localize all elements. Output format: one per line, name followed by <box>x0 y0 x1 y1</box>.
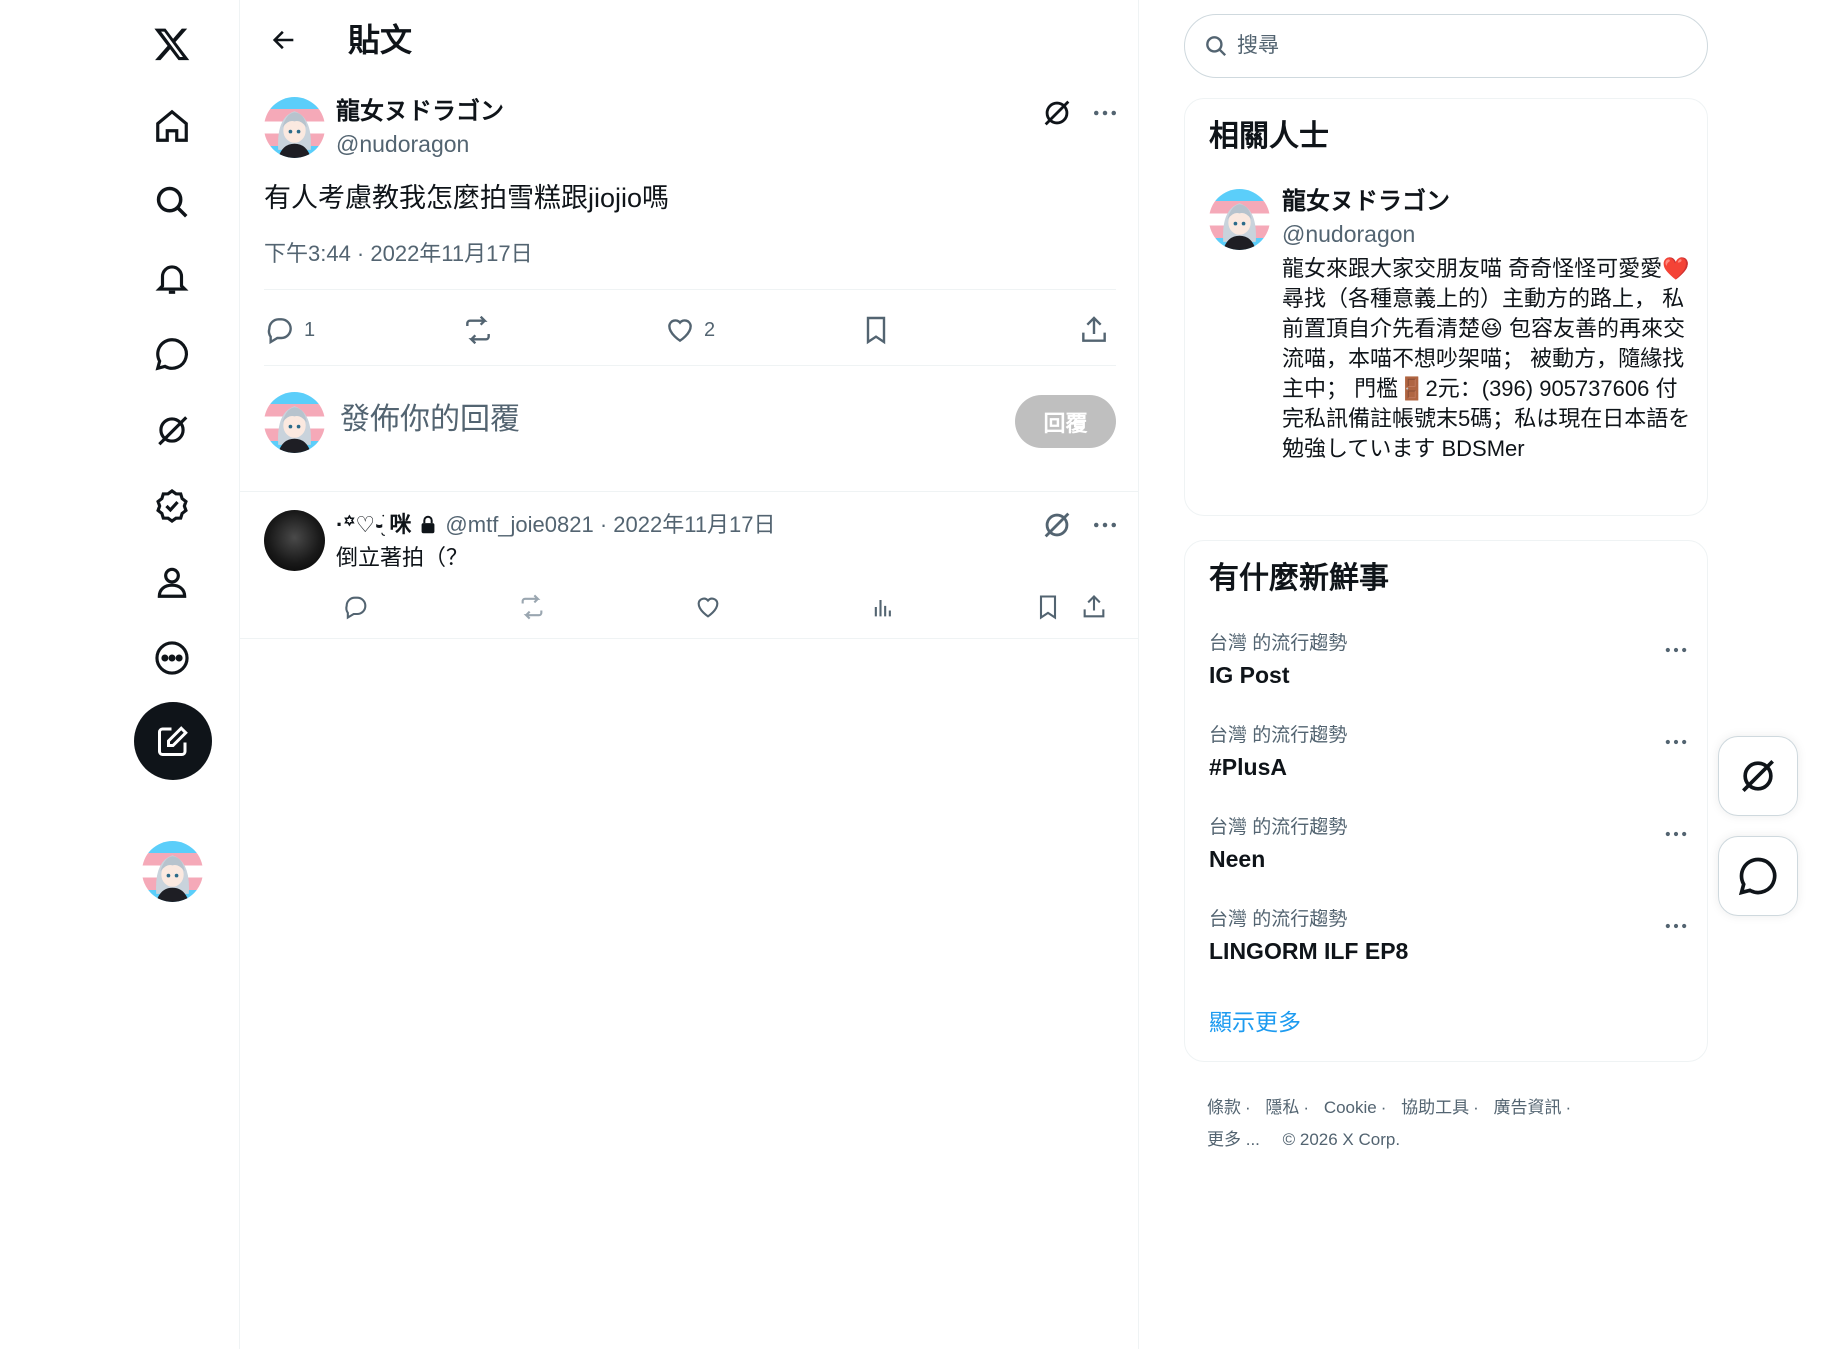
heart-icon[interactable] <box>688 587 728 627</box>
grok-icon[interactable] <box>146 404 198 456</box>
more-options-icon[interactable] <box>1659 817 1693 851</box>
more-options-icon[interactable] <box>1659 633 1693 667</box>
post-detail-column: 貼文 龍女ヌドラゴン @nudoragon 有人考慮教我怎麼拍雪糕跟jiojio… <box>240 0 1139 1349</box>
reply-input[interactable]: 發佈你的回覆 <box>340 400 520 440</box>
footer-links: 條款 · 隱私 · Cookie · 協助工具 · 廣告資訊 · 更多 ... © 202… <box>1207 1098 1572 1149</box>
messages-icon[interactable] <box>146 328 198 380</box>
trend-item[interactable]: 台灣 的流行趨勢 LINGORM ILF EP8 <box>1209 907 1689 987</box>
footer-copyright: © 2026 X Corp. <box>1282 1130 1401 1149</box>
more-options-icon[interactable] <box>1088 508 1122 542</box>
trend-category: 台灣 的流行趨勢 <box>1209 817 1348 838</box>
repost-icon <box>466 315 490 345</box>
trends-card: 有什麼新鮮事 台灣 的流行趨勢 IG Post 台灣 的流行趨勢 #PlusA … <box>1184 540 1708 1062</box>
trend-name: Neen <box>1209 846 1266 872</box>
post-action-bar: 1 2 <box>264 305 1116 355</box>
like-count: 2 <box>704 318 716 341</box>
post-text: 有人考慮教我怎麼拍雪糕跟jiojio嗎 <box>264 183 670 213</box>
account-avatar[interactable] <box>142 841 203 902</box>
repost-action[interactable] <box>462 305 494 355</box>
bookmark-icon <box>866 316 886 345</box>
footer-link-more[interactable]: 更多 ... <box>1207 1130 1260 1149</box>
bookmark-action[interactable] <box>860 305 892 355</box>
reply-text: 倒立著拍（？ <box>336 545 469 570</box>
lock-icon <box>422 515 435 534</box>
search-input[interactable] <box>1237 34 1677 58</box>
show-more-link[interactable]: 顯示更多 <box>1209 1007 1301 1037</box>
messages-float-button[interactable] <box>1718 836 1798 916</box>
top-bar: 貼文 <box>240 0 1139 80</box>
profile-icon[interactable] <box>146 556 198 608</box>
post-author-name[interactable]: 龍女ヌドラゴン <box>336 98 504 126</box>
divider <box>264 289 1116 290</box>
grok-float-button[interactable] <box>1718 736 1798 816</box>
trend-category: 台灣 的流行趨勢 <box>1209 909 1348 930</box>
reply-icon <box>267 318 292 345</box>
page-title: 貼文 <box>348 22 413 58</box>
trends-title: 有什麼新鮮事 <box>1209 562 1389 595</box>
reply-action[interactable]: 1 <box>264 305 315 355</box>
like-action[interactable]: 2 <box>664 305 715 355</box>
trend-category: 台灣 的流行趨勢 <box>1209 633 1348 654</box>
footer-link-ads-info[interactable]: 廣告資訊 <box>1494 1098 1562 1117</box>
more-options-icon[interactable] <box>1088 96 1122 130</box>
post-author-handle[interactable]: @nudoragon <box>336 130 469 158</box>
trend-name: LINGORM ILF EP8 <box>1209 938 1409 964</box>
related-people-card: 相關人士 龍女ヌドラゴン @nudoragon 龍女來跟大家交朋友喵 奇奇怪怪可… <box>1184 98 1708 516</box>
analytics-icon[interactable] <box>864 587 904 627</box>
heart-icon <box>668 319 692 343</box>
trend-item[interactable]: 台灣 的流行趨勢 Neen <box>1209 815 1689 895</box>
bookmark-icon[interactable] <box>1028 587 1068 627</box>
post-timestamp[interactable]: 下午3:44 · 2022年11月17日 <box>264 239 533 269</box>
related-person-avatar[interactable] <box>1209 189 1270 250</box>
home-icon[interactable] <box>146 100 198 152</box>
reply-header: ·꙳♡֊ֺ֖ 咪 @mtf_joie0821 · 2022年11月17日 <box>336 510 776 540</box>
reply-author-name[interactable]: ·꙳♡֊ֺ֖ 咪 <box>336 510 411 540</box>
messages-icon <box>1738 857 1777 896</box>
share-icon <box>1082 316 1106 342</box>
grok-icon <box>1742 760 1774 792</box>
reply-submit-button[interactable]: 回覆 <box>1015 395 1116 448</box>
related-person-name[interactable]: 龍女ヌドラゴン <box>1282 187 1450 217</box>
trend-name: #PlusA <box>1209 754 1287 780</box>
more-circle-icon[interactable] <box>146 632 198 684</box>
trend-name: IG Post <box>1209 662 1290 688</box>
back-arrow-icon[interactable] <box>262 18 306 62</box>
grok-icon[interactable] <box>1040 508 1074 542</box>
trend-item[interactable]: 台灣 的流行趨勢 #PlusA <box>1209 723 1689 803</box>
trend-category: 台灣 的流行趨勢 <box>1209 725 1348 746</box>
related-person-bio: 龍女來跟大家交朋友喵 奇奇怪怪可愛愛❤️ 尋找（各種意義上的）主動方的路上， 私… <box>1282 256 1691 461</box>
right-sidebar: 相關人士 龍女ヌドラゴン @nudoragon 龍女來跟大家交朋友喵 奇奇怪怪可… <box>1139 0 1831 1349</box>
footer-link-privacy[interactable]: 隱私 <box>1265 1098 1299 1117</box>
share-icon[interactable] <box>1074 587 1114 627</box>
more-options-icon[interactable] <box>1659 725 1693 759</box>
search-box[interactable] <box>1184 14 1708 78</box>
search-icon <box>1206 36 1227 57</box>
reply-icon[interactable] <box>336 587 376 627</box>
reply-action-bar <box>336 587 1116 627</box>
x-logo-icon[interactable] <box>146 18 198 70</box>
left-nav <box>0 0 240 1349</box>
share-action[interactable] <box>1078 305 1110 355</box>
footer-link-terms[interactable]: 條款 <box>1207 1098 1241 1117</box>
reply-count: 1 <box>304 318 316 341</box>
reply-author-avatar[interactable] <box>264 510 325 571</box>
reply-handle-time[interactable]: @mtf_joie0821 · 2022年11月17日 <box>445 510 775 540</box>
compose-post-button[interactable] <box>134 702 212 780</box>
verified-badge-icon[interactable] <box>146 480 198 532</box>
notifications-bell-icon[interactable] <box>146 252 198 304</box>
repost-icon[interactable] <box>512 587 552 627</box>
footer-link-accessibility[interactable]: 協助工具 <box>1401 1098 1469 1117</box>
explore-search-icon[interactable] <box>146 176 198 228</box>
related-person-handle[interactable]: @nudoragon <box>1282 219 1415 249</box>
divider <box>240 491 1139 492</box>
current-user-avatar <box>264 392 325 453</box>
post-author-avatar[interactable] <box>264 97 325 158</box>
divider <box>264 365 1116 366</box>
trend-item[interactable]: 台灣 的流行趨勢 IG Post <box>1209 631 1689 711</box>
related-people-title: 相關人士 <box>1209 120 1329 153</box>
footer-link-cookie[interactable]: Cookie <box>1324 1098 1377 1117</box>
divider <box>240 638 1139 639</box>
more-options-icon[interactable] <box>1659 909 1693 943</box>
grok-icon[interactable] <box>1040 96 1074 130</box>
